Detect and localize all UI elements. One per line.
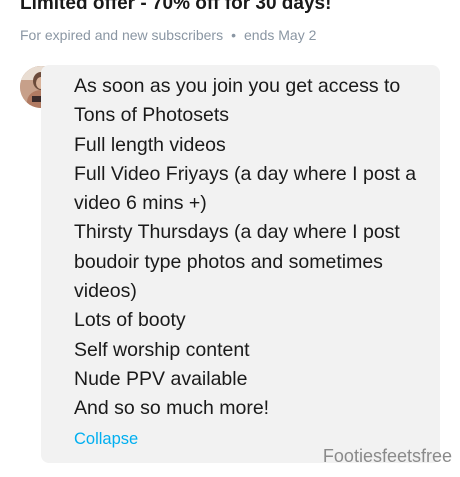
message-line: video 6 mins +)	[74, 192, 207, 215]
separator-dot: •	[231, 27, 237, 43]
message-line: Tons of Photosets	[74, 104, 230, 127]
offer-audience: For expired and new subscribers	[20, 27, 224, 43]
message-line: videos)	[74, 280, 137, 303]
offer-subtitle: For expired and new subscribers • ends May…	[20, 27, 316, 43]
message-line: And so so much more!	[74, 397, 270, 420]
message-line: Full length videos	[74, 133, 226, 156]
offer-title: Limited offer - 70% off for 30 days!	[20, 0, 332, 14]
message-line: As soon as you join you get access to	[74, 75, 401, 97]
offer-end-date: ends May 2	[244, 27, 317, 43]
message-line: Nude PPV available	[74, 367, 248, 390]
message-line: boudoir type photos and sometimes	[74, 250, 383, 273]
collapse-link[interactable]: Collapse	[74, 430, 138, 449]
message-line: Thirsty Thursdays (a day where I post	[74, 221, 400, 244]
message-line: Lots of booty	[74, 309, 186, 332]
watermark-text: Footiesfeetsfree	[322, 446, 452, 466]
message-line: Self worship content	[74, 338, 250, 361]
message-line: Full Video Friyays (a day where I post a	[74, 162, 417, 185]
message-text: As soon as you join you get access to To…	[74, 72, 434, 424]
